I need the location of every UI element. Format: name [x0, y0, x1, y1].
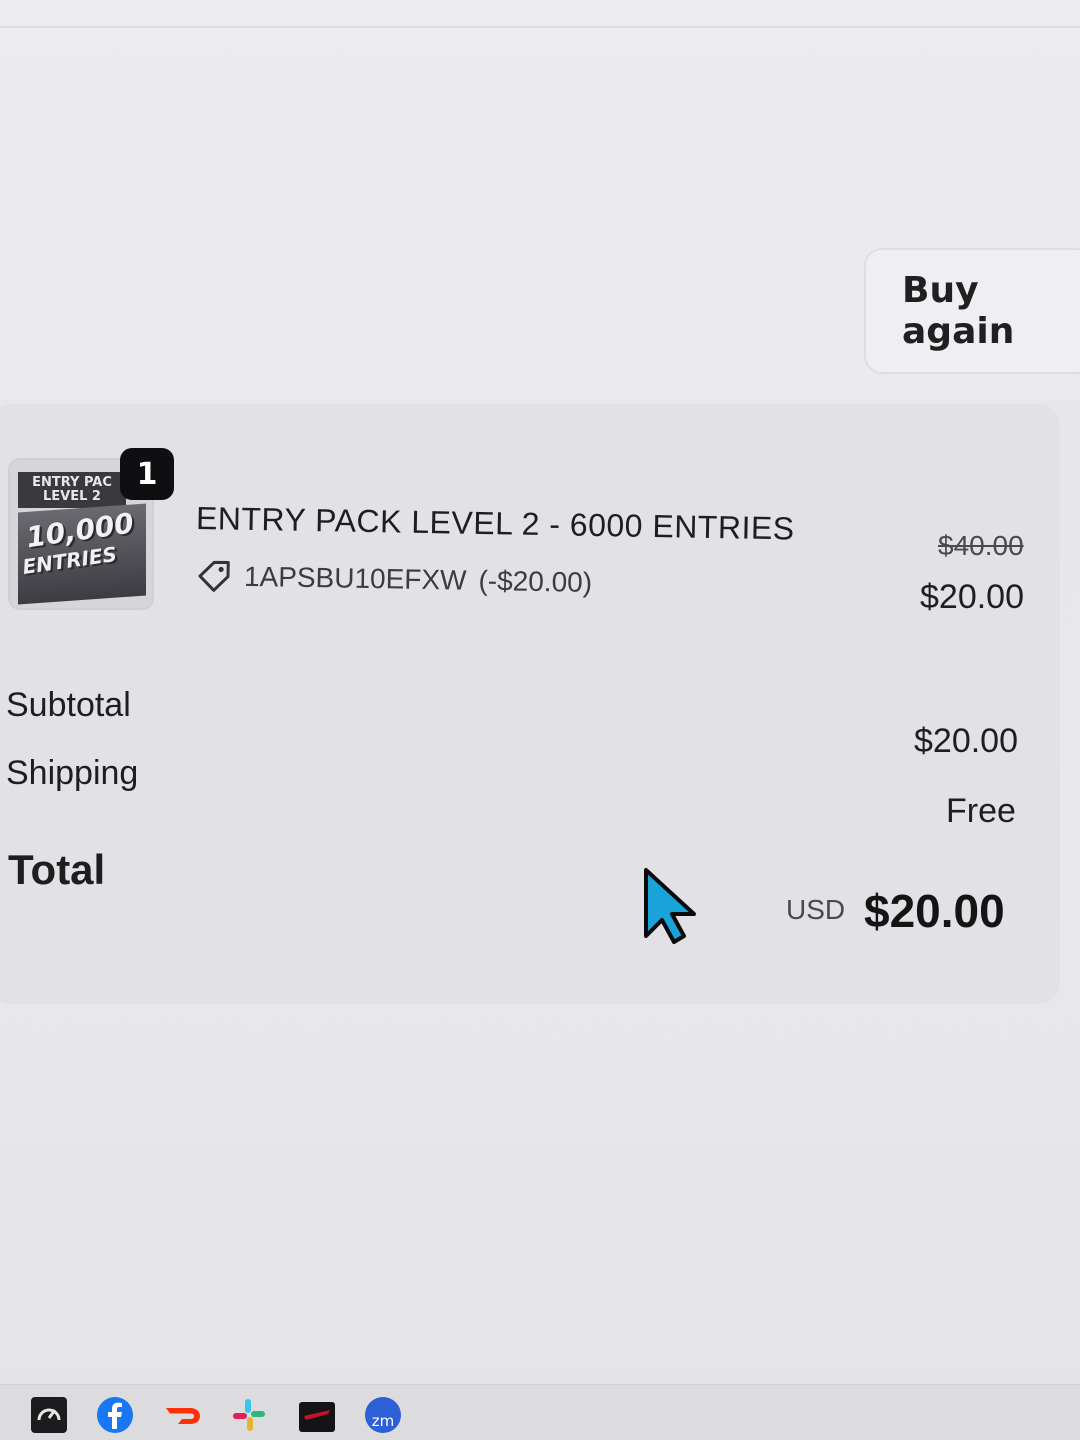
thumbnail-top-text: ENTRY PAC LEVEL 2: [18, 472, 126, 508]
total-value: $20.00: [864, 885, 1005, 937]
discount-code: 1APSBU10EFXW: [243, 560, 467, 596]
speedometer-icon[interactable]: [30, 1396, 68, 1434]
subtotal-value: $20.00: [914, 722, 1018, 760]
total-label: Total: [8, 846, 106, 893]
zoom-label: zm: [372, 1412, 395, 1430]
shipping-value: Free: [946, 792, 1016, 830]
item-price: $20.00: [920, 578, 1024, 616]
buy-again-button[interactable]: Buy again: [864, 248, 1080, 374]
game-icon[interactable]: [298, 1396, 336, 1434]
currency-code: USD: [786, 894, 846, 925]
quantity-badge: 1: [120, 448, 174, 500]
discount-row: 1APSBU10EFXW (-$20.00): [196, 558, 593, 601]
discount-amount: (-$20.00): [478, 564, 593, 598]
subtotal-label: Subtotal: [6, 686, 131, 724]
original-price: $40.00: [938, 530, 1024, 561]
doordash-icon[interactable]: [164, 1396, 202, 1434]
top-divider: [0, 26, 1080, 28]
mouse-pointer-icon: [644, 868, 696, 944]
shipping-label: Shipping: [6, 754, 139, 792]
slack-icon[interactable]: [230, 1396, 268, 1434]
zoom-icon[interactable]: zm: [364, 1396, 402, 1434]
taskbar: [0, 1384, 1080, 1440]
facebook-icon[interactable]: [96, 1396, 134, 1434]
tag-icon: [198, 560, 230, 592]
